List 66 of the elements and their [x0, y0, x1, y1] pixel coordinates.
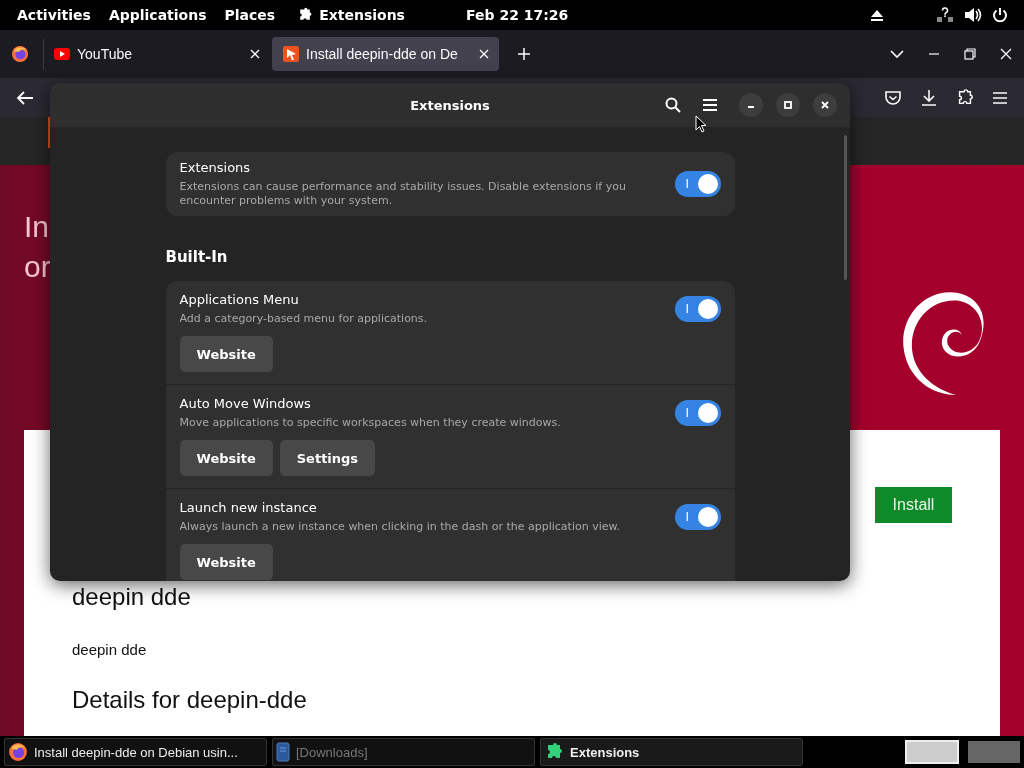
action-button[interactable]: Website: [179, 440, 273, 476]
action-button[interactable]: Website: [179, 336, 273, 372]
network-icon[interactable]: [936, 7, 954, 23]
toggle-switch[interactable]: I: [674, 171, 721, 197]
menu-icon[interactable]: [992, 90, 1008, 105]
panel-menu[interactable]: Applications: [99, 0, 216, 30]
heading: Details for deepin-dde: [72, 686, 308, 714]
firefox-icon[interactable]: [11, 45, 29, 63]
search-icon[interactable]: [665, 97, 681, 113]
extension-description: Always launch a new instance when clicking in the dash or the application view.: [179, 520, 621, 534]
puzzle-icon: [297, 7, 314, 23]
workspace-thumbnail[interactable]: [968, 741, 1020, 763]
maximize-button[interactable]: [776, 93, 800, 117]
browser-tab[interactable]: Install deepin-dde on De: [272, 37, 499, 71]
toggle-switch[interactable]: I: [674, 504, 721, 530]
taskbar-button[interactable]: Extensions: [540, 738, 803, 766]
taskbar-button[interactable]: [Downloads]: [272, 738, 535, 766]
extension-name: Launch new instance: [179, 500, 318, 515]
browser-tab[interactable]: YouTube: [43, 37, 270, 71]
extension-name: Applications Menu: [179, 292, 300, 307]
action-button[interactable]: Website: [179, 544, 273, 580]
heading: deepin dde: [72, 583, 192, 611]
workspace-thumbnail[interactable]: [905, 740, 959, 764]
extension-name: Auto Move Windows: [179, 396, 312, 411]
restore-icon[interactable]: [964, 48, 976, 60]
download-icon[interactable]: [920, 88, 938, 107]
site-icon: [283, 46, 299, 62]
row-title: Extensions: [179, 160, 252, 175]
close-button[interactable]: [813, 93, 837, 117]
section-title: Built-In: [165, 248, 229, 266]
maximize-icon: [783, 100, 793, 110]
action-button[interactable]: Settings: [279, 440, 376, 476]
row-description: Extensions can cause performance and stability issues. Disable extensions if you encounter problems with your system.: [179, 180, 627, 208]
volume-icon[interactable]: [964, 7, 982, 23]
power-icon[interactable]: [992, 7, 1008, 23]
eject-icon[interactable]: [870, 8, 884, 22]
panel-menu[interactable]: Extensions: [284, 0, 414, 30]
hero-title: or: [24, 249, 51, 285]
toggle-switch[interactable]: I: [674, 296, 721, 322]
panel-menu[interactable]: Places: [215, 0, 285, 30]
file-icon: [276, 742, 290, 762]
extension-description: Move applications to specific workspaces when they create windows.: [179, 416, 562, 430]
close-icon[interactable]: [250, 49, 260, 59]
back-arrow-icon[interactable]: [16, 89, 34, 106]
summary-text: deepin dde: [72, 641, 148, 658]
window-title: Extensions: [410, 97, 490, 113]
taskbar-button[interactable]: Install deepin-dde on Debian usin...: [4, 738, 267, 766]
new-tab-icon[interactable]: [517, 47, 531, 61]
panel-menu[interactable]: Activities: [0, 0, 100, 30]
hero-title: In: [24, 209, 51, 245]
accent-bar: [48, 117, 50, 148]
menu-icon[interactable]: [702, 98, 718, 112]
extension-description: Add a category-based menu for applications.: [179, 312, 429, 326]
firefox-icon: [8, 742, 28, 762]
close-icon[interactable]: [479, 49, 489, 59]
close-icon: [820, 100, 830, 110]
mouse-pointer-icon: [695, 115, 707, 133]
chevron-down-icon[interactable]: [890, 49, 904, 59]
close-icon[interactable]: [1000, 48, 1012, 60]
clock[interactable]: Feb 22 17:26: [466, 7, 569, 23]
toggle-switch[interactable]: I: [674, 400, 721, 426]
minimize-button[interactable]: [739, 93, 763, 117]
pocket-icon[interactable]: [884, 89, 902, 106]
video-play-icon: [54, 48, 70, 60]
puzzle-icon[interactable]: [956, 88, 974, 107]
install-button[interactable]: Install: [875, 487, 952, 523]
